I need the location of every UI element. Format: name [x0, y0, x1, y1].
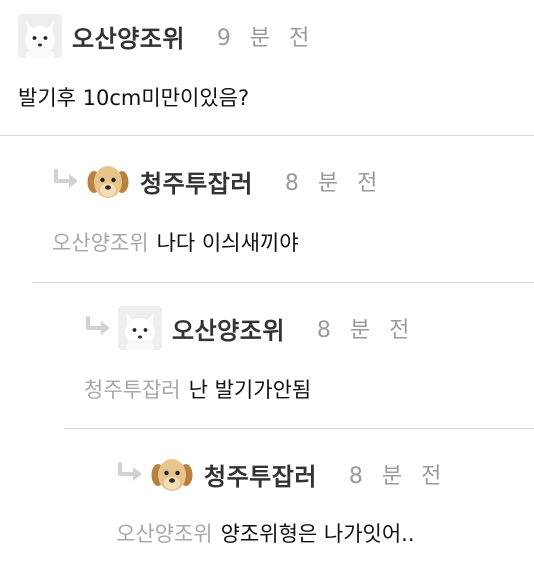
reply-arrow-icon: [86, 316, 110, 335]
author-name[interactable]: 청주투잡러: [204, 457, 317, 492]
comment-body: 청주투잡러 난 발기가안됨: [84, 374, 311, 404]
author-name[interactable]: 오산양조위: [172, 311, 285, 346]
divider: [32, 282, 534, 283]
timestamp: 8 분 전: [316, 318, 416, 343]
comment-body: 오산양조위 양조위형은 나가잇어..: [116, 518, 415, 548]
author-name[interactable]: 오산양조위: [72, 19, 185, 54]
comment-body: 발기후 10cm미만이있음?: [18, 82, 249, 112]
mention-tag[interactable]: 오산양조위: [52, 231, 149, 255]
author-name[interactable]: 청주투잡러: [140, 164, 253, 199]
divider: [64, 428, 534, 429]
arctic-fox-avatar-icon: [118, 306, 162, 350]
timestamp: 8 분 전: [348, 464, 448, 489]
comment-header: 청주투잡러 8 분 전: [116, 452, 447, 496]
puppy-avatar-icon: [150, 452, 194, 496]
comment-text: 양조위형은 나가잇어..: [220, 522, 415, 546]
comment-item: 청주투잡러 8 분 전 오산양조위 양조위형은 나가잇어..: [116, 452, 534, 567]
comment-header: 오산양조위 8 분 전: [84, 306, 415, 350]
arctic-fox-avatar-icon: [18, 14, 62, 58]
comment-text: 난 발기가안됨: [188, 378, 312, 402]
comment-header: 청주투잡러 8 분 전: [52, 159, 383, 203]
comment-header: 오산양조위 9 분 전: [18, 14, 315, 58]
avatar[interactable]: [118, 306, 162, 350]
avatar[interactable]: [18, 14, 62, 58]
comment-text: 나다 이싀새끼야: [156, 231, 299, 255]
timestamp: 8 분 전: [284, 171, 384, 196]
reply-arrow-icon: [54, 169, 78, 188]
comment-body: 오산양조위 나다 이싀새끼야: [52, 227, 299, 257]
comment-text: 발기후 10cm미만이있음?: [18, 86, 250, 110]
divider: [0, 135, 534, 136]
comment-thread: 오산양조위 9 분 전 발기후 10cm미만이있음? 청주투잡러 8 분 전 오…: [0, 0, 534, 567]
comment-item: 오산양조위 9 분 전 발기후 10cm미만이있음?: [18, 14, 534, 134]
avatar[interactable]: [150, 452, 194, 496]
timestamp: 9 분 전: [216, 26, 316, 51]
mention-tag[interactable]: 청주투잡러: [84, 378, 181, 402]
avatar[interactable]: [86, 159, 130, 203]
reply-arrow-icon: [118, 462, 142, 481]
mention-tag[interactable]: 오산양조위: [116, 522, 213, 546]
puppy-avatar-icon: [86, 159, 130, 203]
comment-item: 오산양조위 8 분 전 청주투잡러 난 발기가안됨: [84, 306, 534, 426]
comment-item: 청주투잡러 8 분 전 오산양조위 나다 이싀새끼야: [52, 159, 534, 279]
